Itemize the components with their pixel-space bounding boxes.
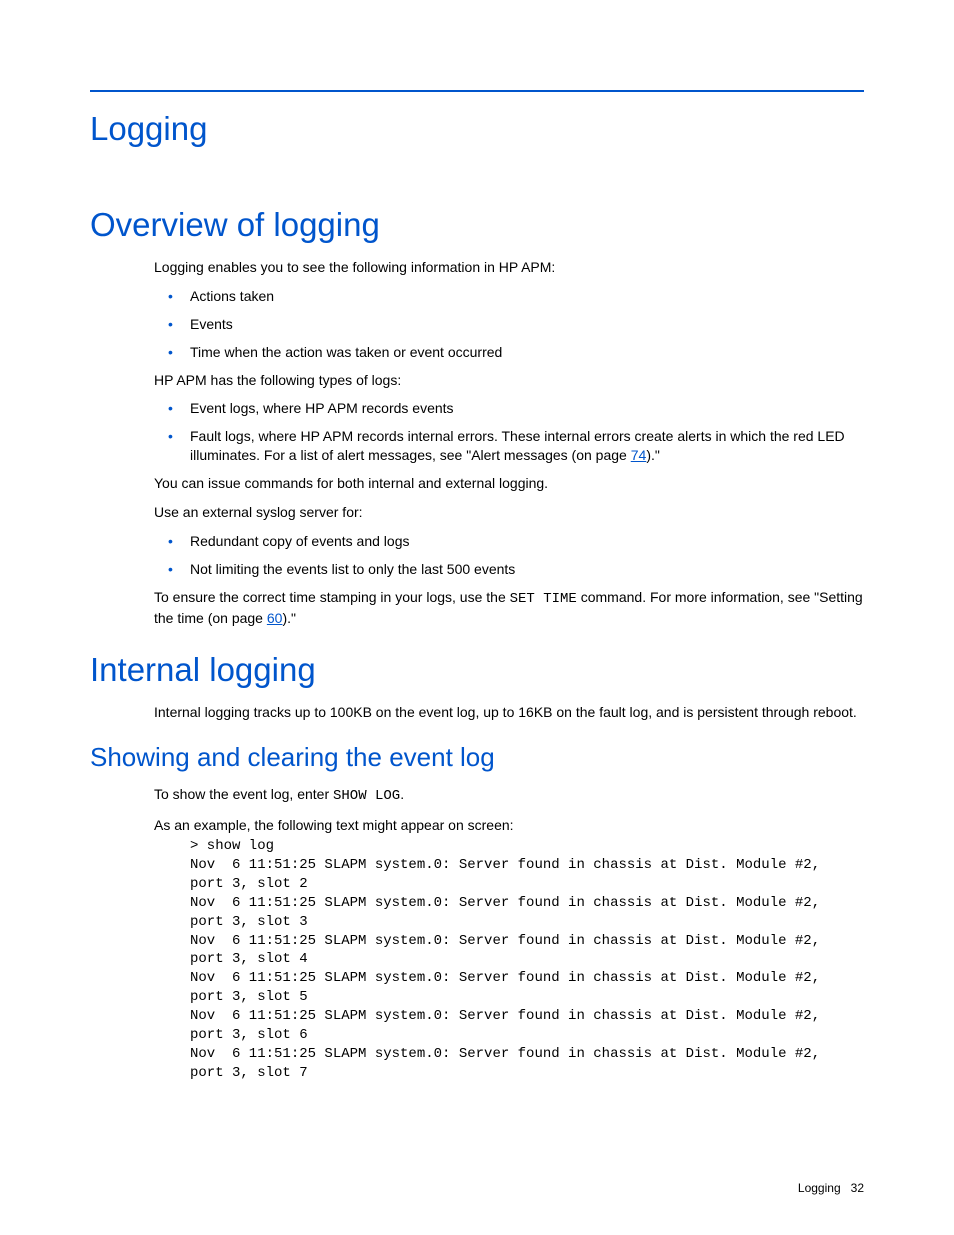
list-item: Actions taken xyxy=(154,287,864,306)
paragraph: To ensure the correct time stamping in y… xyxy=(154,588,864,628)
footer-label: Logging xyxy=(798,1181,841,1195)
subsection-heading-showlog: Showing and clearing the event log xyxy=(90,742,864,773)
list-item: Not limiting the events list to only the… xyxy=(154,560,864,579)
horizontal-rule xyxy=(90,90,864,92)
page-footer: Logging 32 xyxy=(798,1181,864,1195)
paragraph: Use an external syslog server for: xyxy=(154,503,864,522)
page-link[interactable]: 60 xyxy=(267,610,283,626)
text: To ensure the correct time stamping in y… xyxy=(154,589,510,605)
list-item: Event logs, where HP APM records events xyxy=(154,399,864,418)
page-link[interactable]: 74 xyxy=(631,447,647,463)
list-item: Fault logs, where HP APM records interna… xyxy=(154,427,864,465)
text: Fault logs, where HP APM records interna… xyxy=(190,428,845,463)
text: To show the event log, enter xyxy=(154,786,333,802)
paragraph: Internal logging tracks up to 100KB on t… xyxy=(154,703,864,722)
log-output: > show log Nov 6 11:51:25 SLAPM system.0… xyxy=(190,837,864,1083)
text: . xyxy=(400,786,404,802)
footer-page-number: 32 xyxy=(851,1181,864,1195)
paragraph: As an example, the following text might … xyxy=(154,816,864,835)
paragraph: Logging enables you to see the following… xyxy=(154,258,864,277)
list-item: Time when the action was taken or event … xyxy=(154,343,864,362)
paragraph: HP APM has the following types of logs: xyxy=(154,371,864,390)
inline-code: SET TIME xyxy=(510,591,577,607)
text: )." xyxy=(282,610,296,626)
inline-code: SHOW LOG xyxy=(333,788,400,804)
text: )." xyxy=(646,447,660,463)
section-heading-internal: Internal logging xyxy=(90,651,864,689)
list-item: Events xyxy=(154,315,864,334)
chapter-title: Logging xyxy=(90,110,864,148)
paragraph: You can issue commands for both internal… xyxy=(154,474,864,493)
list-item: Redundant copy of events and logs xyxy=(154,532,864,551)
section-heading-overview: Overview of logging xyxy=(90,206,864,244)
paragraph: To show the event log, enter SHOW LOG. xyxy=(154,785,864,806)
